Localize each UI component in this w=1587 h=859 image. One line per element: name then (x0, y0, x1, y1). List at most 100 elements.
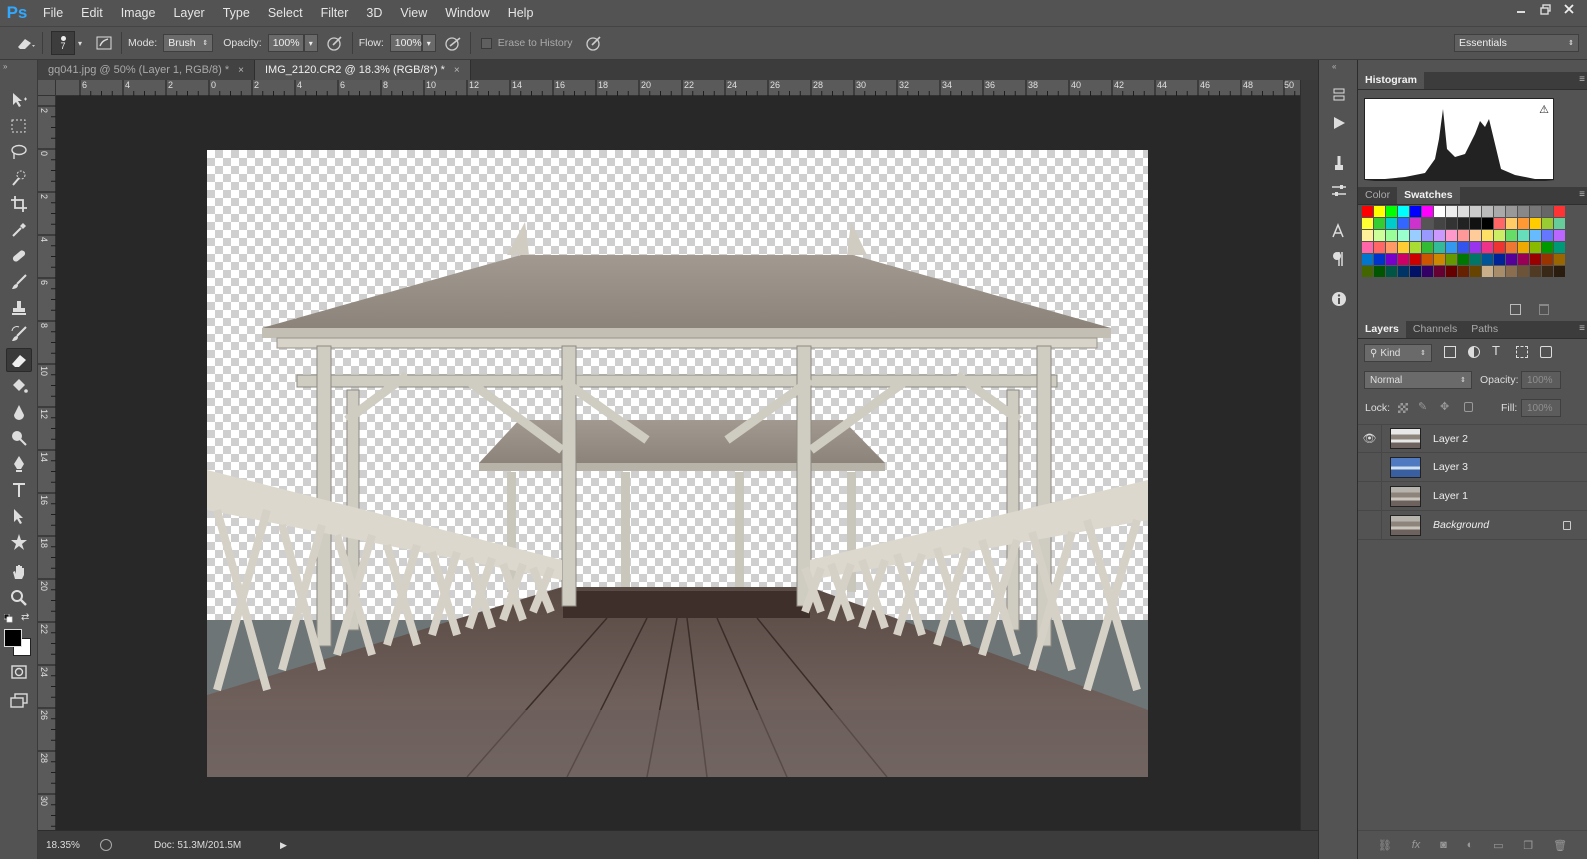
color-swatch[interactable] (1398, 218, 1409, 229)
foreground-color-swatch[interactable] (4, 629, 22, 647)
info-panel-icon[interactable] (1328, 288, 1350, 310)
color-swatch[interactable] (1422, 218, 1433, 229)
color-swatch[interactable] (1494, 230, 1505, 241)
color-swatch[interactable] (1422, 206, 1433, 217)
opacity-slider-toggle[interactable]: ▾ (303, 34, 318, 52)
layer-name[interactable]: Background (1433, 519, 1489, 531)
vertical-scrollbar[interactable] (1300, 80, 1318, 830)
color-swatch[interactable] (1530, 206, 1541, 217)
color-swatch[interactable] (1398, 206, 1409, 217)
lasso-tool[interactable] (6, 140, 32, 164)
pen-tool[interactable] (6, 452, 32, 476)
mode-select[interactable]: Brush ⇕ (163, 34, 214, 52)
color-swatch[interactable] (1422, 230, 1433, 241)
menu-3d[interactable]: 3D (357, 0, 391, 26)
lock-brush-icon[interactable]: ✎ (1418, 400, 1427, 413)
layer-row-layer-1[interactable]: Layer 1 (1358, 481, 1587, 511)
warning-icon[interactable]: ⚠ (1539, 103, 1549, 116)
new-adjustment-icon[interactable]: ◐ (1467, 839, 1474, 851)
layer-row-layer-3[interactable]: Layer 3 (1358, 452, 1587, 482)
new-group-icon[interactable]: ▭ (1493, 839, 1503, 852)
dodge-tool[interactable] (6, 426, 32, 450)
custom-shape-tool[interactable] (6, 530, 32, 554)
filter-smart-object-icon[interactable] (1540, 346, 1552, 358)
link-layers-icon[interactable]: ⛓ (1378, 839, 1392, 852)
panel-collapse-icon[interactable]: » (3, 62, 7, 71)
menu-filter[interactable]: Filter (312, 0, 358, 26)
color-swatch[interactable] (1518, 254, 1529, 265)
color-swatch[interactable] (1386, 254, 1397, 265)
color-swatch[interactable] (1410, 266, 1421, 277)
blur-tool[interactable] (6, 400, 32, 424)
filter-pixel-icon[interactable] (1444, 346, 1456, 358)
color-swatch[interactable] (1482, 230, 1493, 241)
color-swatch[interactable] (1530, 254, 1541, 265)
clone-stamp-tool[interactable] (6, 296, 32, 320)
status-info-icon[interactable] (100, 839, 112, 851)
color-swatch[interactable] (1554, 242, 1565, 253)
color-swatch[interactable] (1434, 242, 1445, 253)
color-swatch[interactable] (1470, 218, 1481, 229)
layer-opacity-field[interactable]: 100% (1521, 371, 1561, 389)
blend-mode-select[interactable]: Normal ⇕ (1364, 371, 1472, 389)
airbrush-button[interactable] (442, 32, 464, 54)
color-swatch[interactable] (1518, 206, 1529, 217)
color-swatch[interactable] (1494, 218, 1505, 229)
brush-tool[interactable] (6, 270, 32, 294)
color-swatch[interactable] (1446, 230, 1457, 241)
color-swatch[interactable] (1470, 254, 1481, 265)
color-swatch[interactable] (1458, 218, 1469, 229)
color-swatch[interactable] (1446, 242, 1457, 253)
color-swatch[interactable] (1398, 230, 1409, 241)
fx-icon[interactable]: fx (1412, 839, 1421, 851)
color-swatch[interactable] (1482, 206, 1493, 217)
hand-tool[interactable] (6, 560, 32, 584)
color-swatch[interactable] (1506, 230, 1517, 241)
color-swatch[interactable] (1518, 242, 1529, 253)
minimize-button[interactable] (1509, 0, 1533, 18)
brush-panel-toggle[interactable] (93, 32, 115, 54)
visibility-toggle[interactable] (1358, 452, 1382, 482)
adjustments-icon[interactable] (1328, 180, 1350, 202)
character-panel-icon[interactable] (1328, 220, 1350, 242)
lock-transparent-icon[interactable] (1398, 403, 1408, 413)
filter-shape-icon[interactable] (1516, 346, 1528, 358)
eraser-tool[interactable] (6, 348, 32, 372)
color-swatch[interactable] (1506, 266, 1517, 277)
color-swatch[interactable] (1518, 230, 1529, 241)
color-swatch[interactable] (1434, 218, 1445, 229)
filter-type-icon[interactable]: T (1492, 343, 1500, 358)
color-swatch[interactable] (1470, 206, 1481, 217)
erase-to-history-checkbox[interactable] (480, 37, 492, 49)
type-tool[interactable] (6, 478, 32, 502)
color-swatch[interactable] (1542, 206, 1553, 217)
color-swatch[interactable] (1362, 254, 1373, 265)
quick-mask-button[interactable] (6, 660, 32, 684)
color-swatch[interactable] (1554, 266, 1565, 277)
close-button[interactable] (1557, 0, 1581, 18)
color-swatch[interactable] (1434, 230, 1445, 241)
filter-adjustment-icon[interactable] (1468, 346, 1480, 358)
quick-selection-tool[interactable] (6, 166, 32, 190)
color-swatch[interactable] (1554, 218, 1565, 229)
color-swatch[interactable] (1446, 254, 1457, 265)
color-swatch[interactable] (1458, 230, 1469, 241)
color-swatch[interactable] (1434, 254, 1445, 265)
color-swatch[interactable] (1554, 206, 1565, 217)
menu-window[interactable]: Window (436, 0, 498, 26)
vertical-ruler[interactable]: 2 0 2 4 6 8 10 12 14 16 18 20 22 24 26 2… (38, 96, 56, 830)
layer-name[interactable]: Layer 2 (1433, 433, 1468, 445)
workspace-switcher[interactable]: Essentials ⇕ (1454, 34, 1579, 52)
color-swatch[interactable] (1554, 254, 1565, 265)
color-swatch[interactable] (1494, 266, 1505, 277)
color-swatch[interactable] (1374, 254, 1385, 265)
color-swatch[interactable] (1470, 266, 1481, 277)
tool-preset-picker[interactable] (14, 32, 36, 54)
menu-image[interactable]: Image (112, 0, 165, 26)
tab-img-2120[interactable]: IMG_2120.CR2 @ 18.3% (RGB/8*) * × (255, 60, 471, 80)
layer-row-background[interactable]: Background (1358, 510, 1587, 540)
close-icon[interactable]: × (238, 65, 244, 76)
add-mask-icon[interactable]: ◙ (1440, 839, 1447, 851)
color-swatch[interactable] (1542, 254, 1553, 265)
tab-swatches[interactable]: Swatches (1397, 186, 1460, 204)
